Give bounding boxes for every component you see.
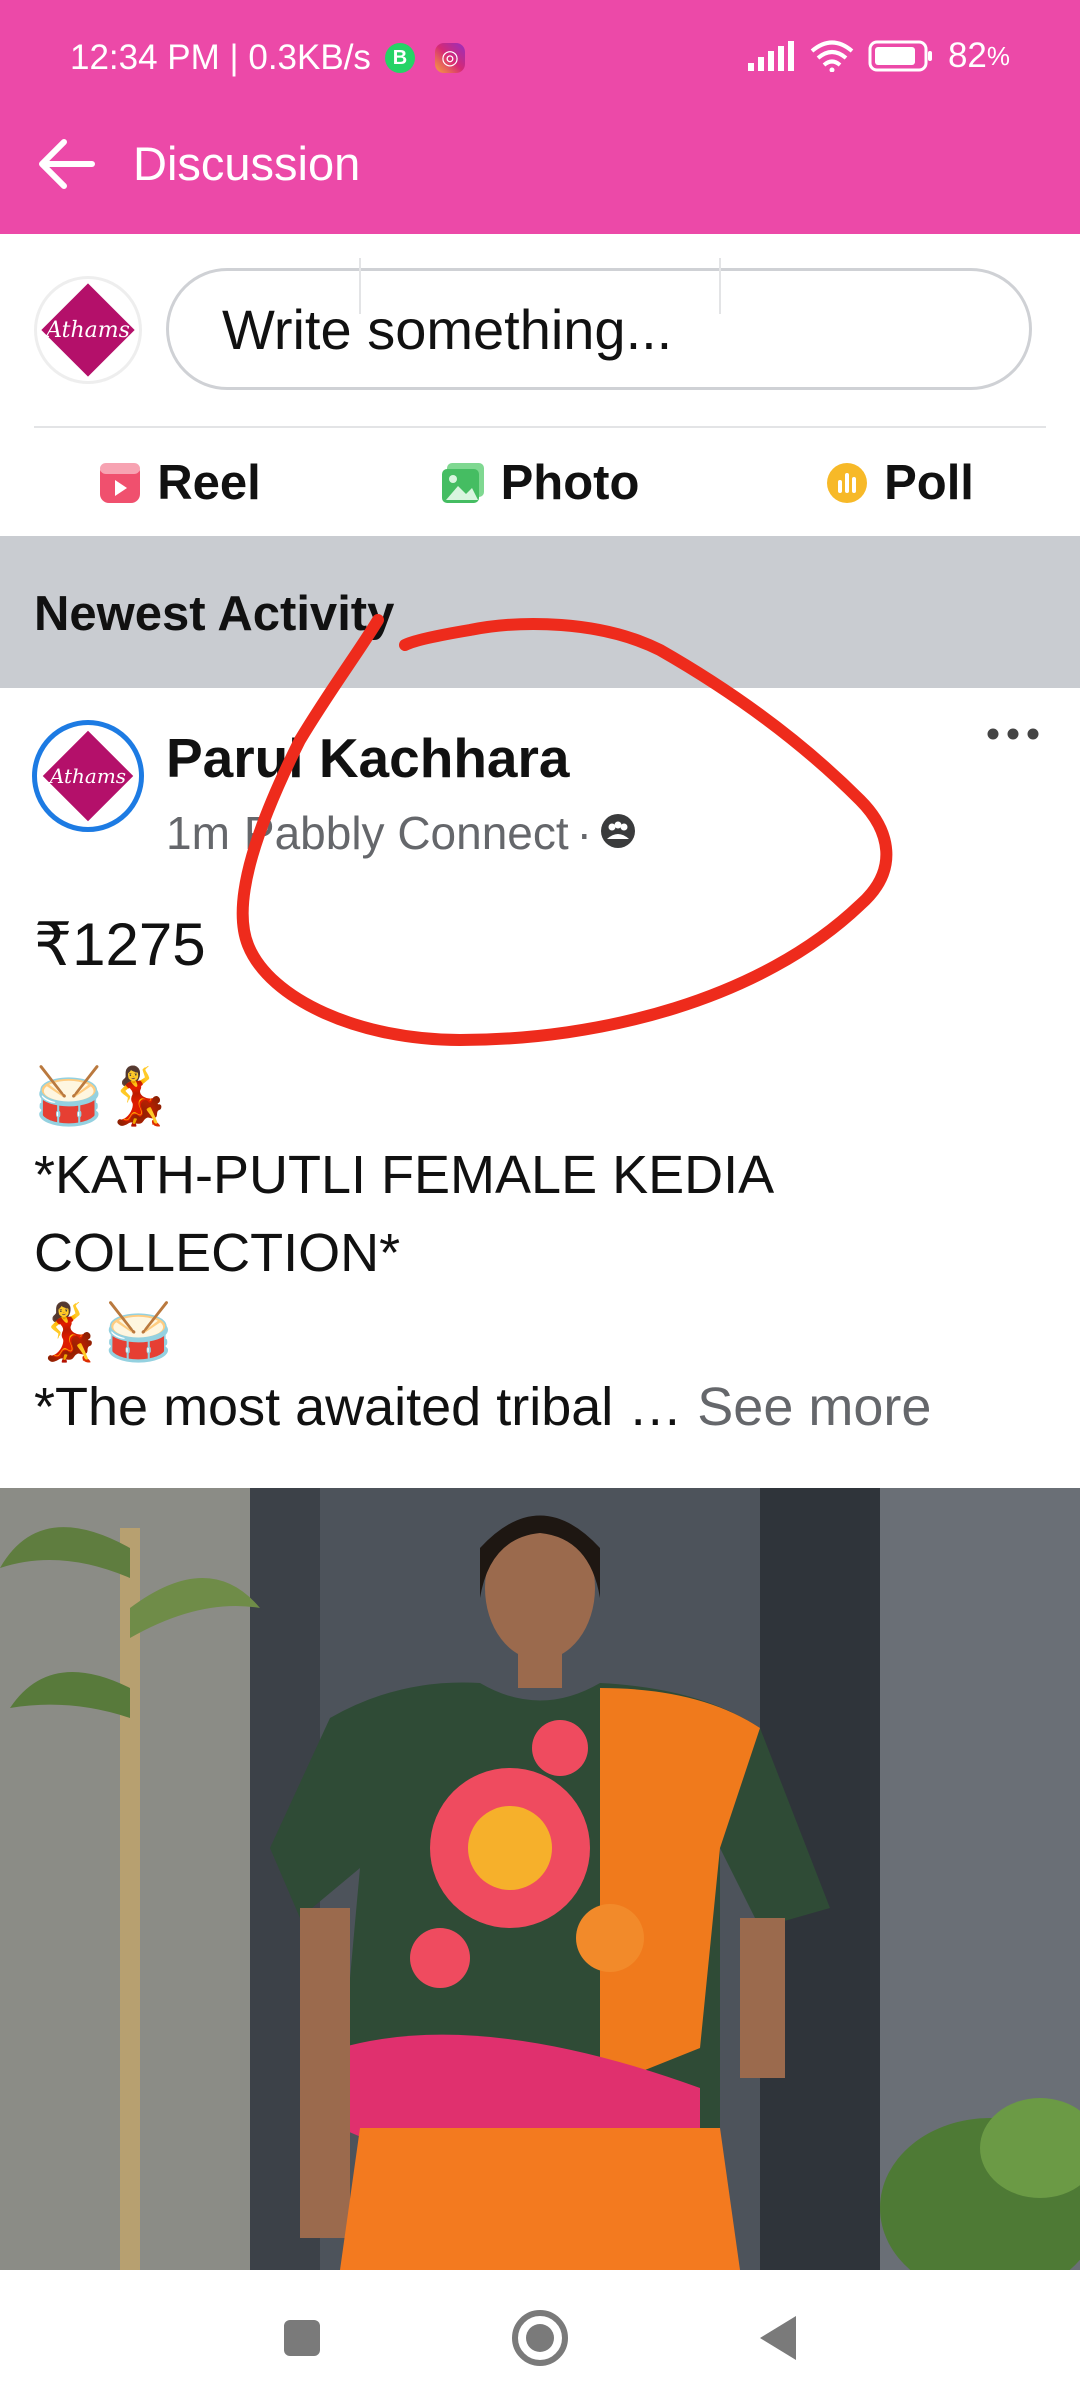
reel-icon: [99, 462, 141, 504]
divider: [34, 426, 1046, 428]
post-meta: 1m Pabbly Connect ·: [166, 806, 636, 860]
section-title: Newest Activity: [34, 587, 395, 641]
avatar-logo-text: Athams: [46, 317, 130, 343]
avatar[interactable]: Athams: [34, 276, 142, 384]
post-time[interactable]: 1m: [166, 806, 230, 860]
post-author[interactable]: Parul Kachhara: [166, 726, 570, 790]
photo-illustration: [0, 1488, 1080, 2270]
see-more-link[interactable]: See more: [697, 1377, 931, 1437]
status-left: 12:34 PM | 0.3KB/s B ◎: [70, 38, 465, 78]
emoji-line: 💃🥁: [34, 1300, 174, 1363]
battery-level: 82: [947, 36, 987, 75]
home-button[interactable]: [510, 2308, 570, 2368]
status-bar: 12:34 PM | 0.3KB/s B ◎ 82 %: [0, 0, 1080, 118]
reel-button[interactable]: Reel: [0, 430, 360, 536]
poll-icon: [826, 462, 868, 504]
write-something-input[interactable]: Write something...: [166, 268, 1032, 390]
post-source: Pabbly Connect: [243, 807, 569, 859]
back-button[interactable]: [36, 134, 96, 194]
square-icon: [284, 2320, 320, 2356]
group-icon: [600, 806, 636, 860]
post-text-truncated: *The most awaited tribal …: [34, 1377, 698, 1437]
post-text-line: *KATH-PUTLI FEMALE KEDIA: [34, 1145, 775, 1205]
signal-icon: [747, 41, 794, 71]
more-options-button[interactable]: [978, 714, 1048, 754]
home-circle-icon: [512, 2310, 568, 2366]
app-header: 12:34 PM | 0.3KB/s B ◎ 82 % Discussion: [0, 0, 1080, 234]
system-nav-bar: [0, 2270, 1080, 2400]
meta-separator: ·: [576, 807, 592, 859]
post-text-line: *The most awaited tribal … See more: [34, 1368, 931, 1446]
app-bar: Discussion: [0, 118, 1080, 234]
post-text-line: COLLECTION*: [34, 1223, 401, 1283]
wifi-icon: [810, 40, 854, 72]
post-photo[interactable]: [0, 1488, 1080, 2270]
composer-actions: Reel Photo Poll: [0, 430, 1080, 536]
photo-icon: [441, 462, 485, 504]
section-header: Newest Activity: [0, 536, 1080, 688]
battery-unit: %: [986, 40, 1010, 71]
instagram-icon: ◎: [434, 43, 465, 73]
post-composer: Athams Write something... Reel Photo Pol…: [0, 234, 1080, 536]
post-card: Athams Parul Kachhara 1m Pabbly Connect …: [0, 688, 1080, 1488]
avatar-logo-text: Athams: [49, 764, 127, 788]
poll-label: Poll: [884, 456, 974, 510]
back-triangle-icon: [760, 2316, 796, 2360]
post-avatar[interactable]: Athams: [32, 720, 144, 832]
whatsapp-business-icon: B: [384, 43, 415, 73]
more-icon: [987, 728, 1039, 740]
status-right: 82%: [747, 36, 1010, 76]
status-time: 12:34 PM | 0.3KB/s: [70, 38, 371, 77]
page-title: Discussion: [133, 137, 361, 190]
back-arrow-icon: [39, 139, 95, 189]
action-separator: [359, 258, 361, 314]
battery-icon: [868, 40, 932, 72]
action-separator: [719, 258, 721, 314]
photo-button[interactable]: Photo: [360, 430, 720, 536]
reel-label: Reel: [157, 456, 261, 510]
photo-label: Photo: [500, 456, 640, 510]
emoji-line: 🥁💃: [34, 1064, 174, 1127]
recents-button[interactable]: [272, 2308, 332, 2368]
nav-back-button[interactable]: [748, 2308, 808, 2368]
post-price: ₹1275: [34, 911, 206, 978]
poll-button[interactable]: Poll: [720, 430, 1080, 536]
